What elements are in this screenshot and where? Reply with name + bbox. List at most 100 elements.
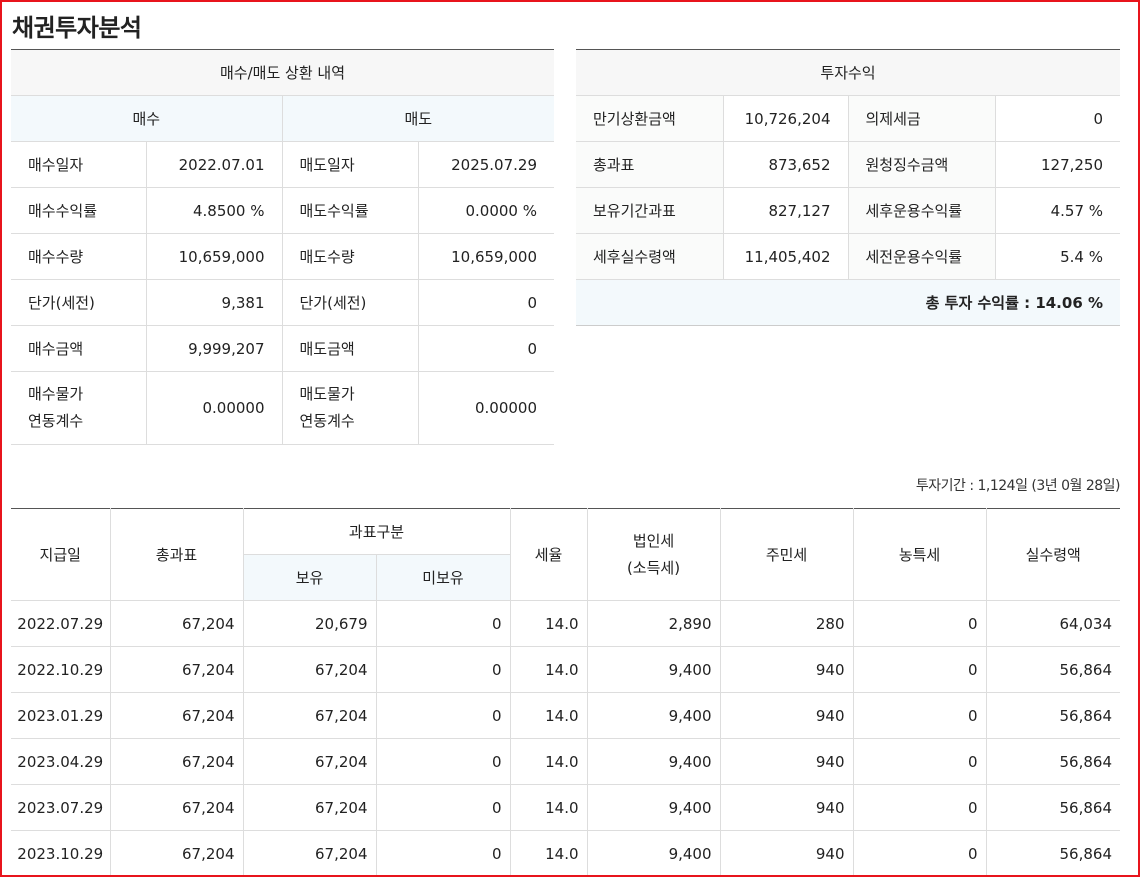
pay-resident-tax: 940	[719, 646, 854, 693]
payment-schedule-table: 지급일 총과표 과표구분 세율 법인세 (소득세) 주민세 농특세 실수령액 보유…	[11, 508, 1121, 877]
pay-net-amount: 56,864	[985, 830, 1121, 877]
investment-profit-table: 투자수익 만기상환금액 10,726,204 의제세금 0 총과표 873,652 원청징수…	[576, 49, 1121, 326]
pay-net-amount: 56,864	[985, 692, 1121, 739]
payment-row: 2022.10.29 67,204 67,204 0 14.0 9,400 940 0 56,8…	[11, 646, 1121, 693]
col-not-held: 미보유	[375, 554, 511, 601]
pay-corp-tax: 9,400	[586, 646, 721, 693]
profit-label: 총과표	[576, 141, 723, 188]
pay-net-amount: 56,864	[985, 646, 1121, 693]
payment-row: 2023.10.29 67,204 67,204 0 14.0 9,400 940 0 56,8…	[11, 830, 1121, 877]
pay-net-amount: 56,864	[985, 738, 1121, 785]
pay-farm-tax: 0	[852, 692, 987, 739]
trade-row: 단가(세전) 9,381 단가(세전) 0	[11, 279, 554, 326]
pay-resident-tax: 940	[719, 830, 854, 877]
pay-date: 2023.07.29	[11, 784, 110, 831]
pay-total-tax-base: 67,204	[109, 646, 243, 693]
buy-index-label: 매수물가 연동계수	[11, 371, 146, 445]
pay-not-held: 0	[375, 692, 511, 739]
pay-not-held: 0	[375, 600, 511, 647]
profit-label: 만기상환금액	[576, 95, 723, 142]
pay-held: 67,204	[242, 830, 376, 877]
pay-corp-tax: 9,400	[586, 784, 721, 831]
pay-total-tax-base: 67,204	[109, 600, 243, 647]
pay-total-tax-base: 67,204	[109, 784, 243, 831]
sell-label: 단가(세전)	[281, 279, 418, 326]
profit-value: 127,250	[994, 141, 1121, 188]
pay-held: 20,679	[242, 600, 376, 647]
pay-tax-rate: 14.0	[509, 692, 588, 739]
profit-value: 0	[994, 95, 1121, 142]
sell-value: 10,659,000	[417, 233, 554, 280]
trade-row: 매수수량 10,659,000 매도수량 10,659,000	[11, 233, 554, 280]
pay-tax-rate: 14.0	[509, 738, 588, 785]
pay-not-held: 0	[375, 830, 511, 877]
col-tax-rate: 세율	[509, 508, 588, 601]
pay-farm-tax: 0	[852, 600, 987, 647]
trade-row: 매수일자 2022.07.01 매도일자 2025.07.29	[11, 141, 554, 188]
buy-value: 2022.07.01	[145, 141, 282, 188]
investment-period: 투자기간 : 1,124일 (3년 0월 28일)	[915, 478, 1121, 494]
profit-table-title: 투자수익	[576, 49, 1121, 96]
col-corp-tax: 법인세 (소득세)	[586, 508, 721, 601]
pay-resident-tax: 940	[719, 784, 854, 831]
pay-date: 2022.10.29	[11, 646, 110, 693]
page-title: 채권투자분석	[12, 14, 142, 42]
sell-label: 매도일자	[281, 141, 418, 188]
price-index-row: 매수물가 연동계수 0.00000 매도물가 연동계수 0.00000	[11, 371, 554, 445]
profit-label: 보유기간과표	[576, 187, 723, 234]
buy-label: 단가(세전)	[11, 279, 146, 326]
pay-resident-tax: 940	[719, 692, 854, 739]
sell-value: 0	[417, 325, 554, 372]
col-tax-base-group: 과표구분	[242, 508, 511, 555]
total-return-rate: 총 투자 수익률 : 14.06 %	[576, 279, 1121, 326]
profit-row: 만기상환금액 10,726,204 의제세금 0	[576, 95, 1121, 142]
pay-corp-tax: 9,400	[586, 830, 721, 877]
pay-total-tax-base: 67,204	[109, 830, 243, 877]
profit-value: 873,652	[722, 141, 848, 188]
trade-row: 매수수익률 4.8500 % 매도수익률 0.0000 %	[11, 187, 554, 234]
pay-tax-rate: 14.0	[509, 646, 588, 693]
payment-row: 2023.01.29 67,204 67,204 0 14.0 9,400 940 0 56,8…	[11, 692, 1121, 739]
sell-value: 2025.07.29	[417, 141, 554, 188]
payment-row: 2022.07.29 67,204 20,679 0 14.0 2,890 280 0 64,0…	[11, 600, 1121, 647]
pay-held: 67,204	[242, 646, 376, 693]
sell-index-value: 0.00000	[417, 371, 554, 445]
profit-value: 4.57 %	[994, 187, 1121, 234]
pay-date: 2022.07.29	[11, 600, 110, 647]
col-resident-tax: 주민세	[719, 508, 854, 601]
sell-label: 매도수량	[281, 233, 418, 280]
pay-farm-tax: 0	[852, 830, 987, 877]
col-date: 지급일	[11, 508, 110, 601]
pay-net-amount: 64,034	[985, 600, 1121, 647]
pay-tax-rate: 14.0	[509, 600, 588, 647]
pay-farm-tax: 0	[852, 738, 987, 785]
payment-row: 2023.07.29 67,204 67,204 0 14.0 9,400 940 0 56,8…	[11, 784, 1121, 831]
sell-index-label: 매도물가 연동계수	[281, 371, 418, 445]
pay-total-tax-base: 67,204	[109, 738, 243, 785]
pay-not-held: 0	[375, 738, 511, 785]
pay-held: 67,204	[242, 692, 376, 739]
pay-date: 2023.04.29	[11, 738, 110, 785]
sell-value: 0	[417, 279, 554, 326]
pay-total-tax-base: 67,204	[109, 692, 243, 739]
sell-label: 매도금액	[281, 325, 418, 372]
pay-net-amount: 56,864	[985, 784, 1121, 831]
pay-tax-rate: 14.0	[509, 784, 588, 831]
buy-label: 매수일자	[11, 141, 146, 188]
profit-value: 5.4 %	[994, 233, 1121, 280]
pay-farm-tax: 0	[852, 784, 987, 831]
pay-date: 2023.01.29	[11, 692, 110, 739]
col-net-amount: 실수령액	[985, 508, 1121, 601]
profit-value: 11,405,402	[722, 233, 848, 280]
trade-history-table: 매수/매도 상환 내역 매수 매도 매수일자 2022.07.01 매도일자 2025…	[11, 49, 554, 445]
buy-label: 매수수익률	[11, 187, 146, 234]
buy-header: 매수	[11, 95, 282, 142]
payment-row: 2023.04.29 67,204 67,204 0 14.0 9,400 940 0 56,8…	[11, 738, 1121, 785]
profit-row: 보유기간과표 827,127 세후운용수익률 4.57 %	[576, 187, 1121, 234]
col-farm-tax: 농특세	[852, 508, 987, 601]
profit-label: 세후운용수익률	[847, 187, 995, 234]
sell-value: 0.0000 %	[417, 187, 554, 234]
profit-value: 827,127	[722, 187, 848, 234]
buy-index-value: 0.00000	[145, 371, 282, 445]
profit-row: 총과표 873,652 원청징수금액 127,250	[576, 141, 1121, 188]
